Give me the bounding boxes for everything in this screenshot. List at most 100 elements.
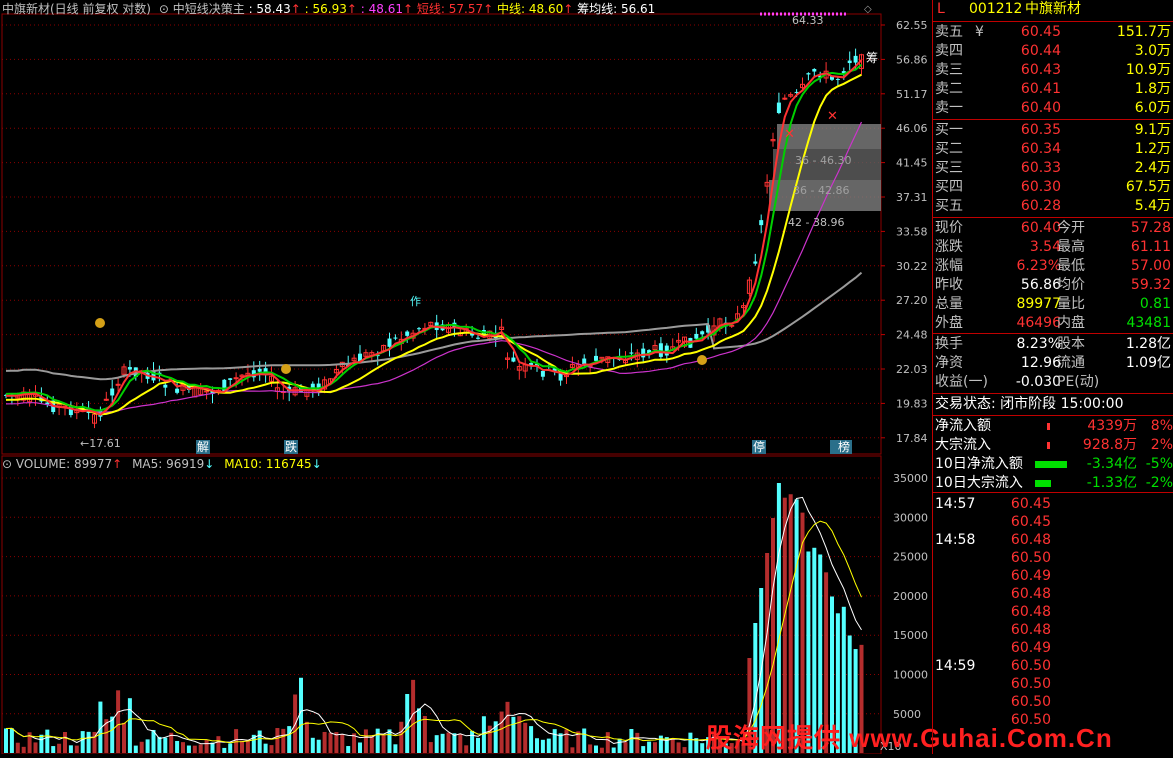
volume-ma5: MA5: 96919 — [132, 457, 205, 471]
stat-label: PE(动) — [1057, 374, 1100, 390]
candle-body — [115, 383, 121, 386]
down-arrow-icon: ↓ — [311, 457, 322, 471]
tick-price: 60.45 — [1010, 496, 1051, 512]
diamond-icon[interactable]: ◇ — [864, 4, 872, 15]
tick-price: 60.50 — [1010, 550, 1051, 566]
marker-ting[interactable]: 停 — [753, 439, 765, 454]
stat-label: 涨幅 — [935, 258, 963, 274]
tick-row: 60.48 — [935, 603, 1171, 622]
volume-bar — [505, 701, 510, 753]
flow-pct: -2% — [1145, 475, 1173, 491]
stat-label: 均价 — [1057, 277, 1085, 293]
indicator-name[interactable]: 中短线决策主 — [173, 2, 245, 16]
volume-axis-label: 30000 — [893, 511, 928, 524]
volume-bar — [611, 747, 616, 753]
marker-bang[interactable]: 榜 — [838, 439, 850, 454]
volume-bar — [157, 736, 162, 753]
stock-name[interactable]: 中旗新材 — [1025, 0, 1081, 19]
volume-bar — [535, 738, 539, 753]
candle-body — [582, 358, 587, 364]
stat-label: 外盘 — [935, 315, 963, 331]
candle-body — [387, 338, 392, 347]
volume-bar — [192, 745, 197, 753]
bid-label: 买五 — [935, 198, 963, 214]
stat-value: 56.86 — [1020, 277, 1061, 293]
volume-bar — [647, 741, 652, 753]
stat-label: 昨收 — [935, 277, 963, 293]
volume-bar — [257, 730, 262, 753]
volume-bar — [228, 743, 233, 753]
price-axis-label: 24.48 — [896, 329, 928, 342]
volume-bar — [363, 729, 368, 753]
stat-label: 涨跌 — [935, 239, 963, 255]
ask-price: 60.44 — [1020, 43, 1061, 59]
stat-label: 最低 — [1057, 258, 1085, 274]
bid-price: 60.34 — [1020, 141, 1061, 157]
volume-bar — [51, 746, 56, 753]
volume-bar — [310, 737, 315, 753]
volume-bar — [381, 734, 386, 753]
flow-row: 大宗流入 928.8万 2% — [935, 436, 1173, 455]
volume-ma5-line — [5, 496, 862, 745]
flow-label: 大宗流入 — [935, 437, 991, 453]
volume-bar — [658, 735, 663, 753]
up-arrow-icon: ↑ — [290, 2, 301, 16]
stat-value: 6.23% — [1016, 258, 1061, 274]
candles — [4, 48, 864, 429]
stat-row: 现价 60.40 今开 57.28 — [935, 219, 1171, 238]
candle-body — [847, 60, 852, 64]
flow-row: 10日大宗流入 -1.33亿 -2% — [935, 474, 1173, 493]
bid-volume: 1.2万 — [1134, 141, 1171, 157]
chip-box-label-3: 42 - 38.96 — [788, 216, 844, 229]
volume-bar — [428, 742, 433, 753]
kline-chart[interactable]: 62.55 56.86 51.17 46.06 41.45 37.31 33.58 30.22… — [0, 0, 932, 755]
candle-body — [558, 373, 563, 381]
volume-axis-label: 35000 — [893, 472, 928, 485]
stat-value: 3.54 — [1029, 239, 1061, 255]
volume-bar — [570, 747, 575, 753]
volume-header: ⊙ VOLUME: 89977↑ MA5: 96919↓ MA10: 11674… — [0, 457, 322, 473]
ask-label: 卖一 — [935, 100, 963, 116]
price-axis-label: 22.03 — [896, 363, 928, 376]
tick-price: 60.50 — [1010, 712, 1051, 728]
price-axis-label: 37.31 — [896, 191, 928, 204]
volume-bar — [446, 732, 451, 753]
flow-pct: 2% — [1150, 437, 1173, 453]
volume-axis-label: 10000 — [893, 669, 928, 682]
marker-jie[interactable]: 解 — [197, 440, 209, 454]
tick-row: 14:59 60.50 — [935, 657, 1171, 676]
volume-bar — [369, 735, 374, 753]
indicator-icon[interactable]: ⊙ — [159, 2, 169, 16]
volume-bar — [80, 731, 85, 753]
bid-volume: 9.1万 — [1134, 122, 1171, 138]
volume-bar — [452, 733, 457, 753]
volume-ma-lines — [5, 496, 862, 745]
volume-bar — [181, 742, 185, 753]
volume-bar — [74, 745, 79, 753]
marker-die[interactable]: 跌 — [285, 439, 297, 454]
indicator-v3: : 48.61 — [360, 2, 403, 16]
volume-bar — [116, 690, 121, 753]
stat-value: 1.09亿 — [1125, 355, 1171, 371]
stock-title-row: L 001212 中旗新材 — [935, 0, 1171, 20]
volume-icon[interactable]: ⊙ — [2, 457, 12, 471]
stat-value: 59.32 — [1130, 277, 1171, 293]
ask-volume: 3.0万 — [1134, 43, 1171, 59]
stock-flag: L — [937, 1, 945, 17]
mid-line — [5, 73, 862, 416]
ask-row: 卖五 ¥60.45 151.7万 — [935, 23, 1171, 42]
tick-row: 60.49 — [935, 639, 1171, 658]
ask-volume: 151.7万 — [1116, 24, 1171, 40]
candle-body — [257, 368, 262, 372]
bid-row: 买三 60.33 2.4万 — [935, 159, 1171, 178]
kline-chart-area[interactable]: 62.55 56.86 51.17 46.06 41.45 37.31 33.58 30.22… — [0, 0, 1112, 755]
stat-value: 89977 — [1016, 296, 1061, 312]
flow-row: 10日净流入额 -3.34亿 -5% — [935, 455, 1173, 474]
volume-axis-label: 20000 — [893, 590, 928, 603]
sell-cross-icon-2: ✕ — [827, 109, 838, 124]
flow-label: 10日净流入额 — [935, 456, 1023, 472]
price-axis-label: 46.06 — [896, 122, 928, 135]
volume-bar — [145, 739, 150, 753]
ask-label: 卖二 — [935, 81, 963, 97]
flow-label: 10日大宗流入 — [935, 475, 1023, 491]
